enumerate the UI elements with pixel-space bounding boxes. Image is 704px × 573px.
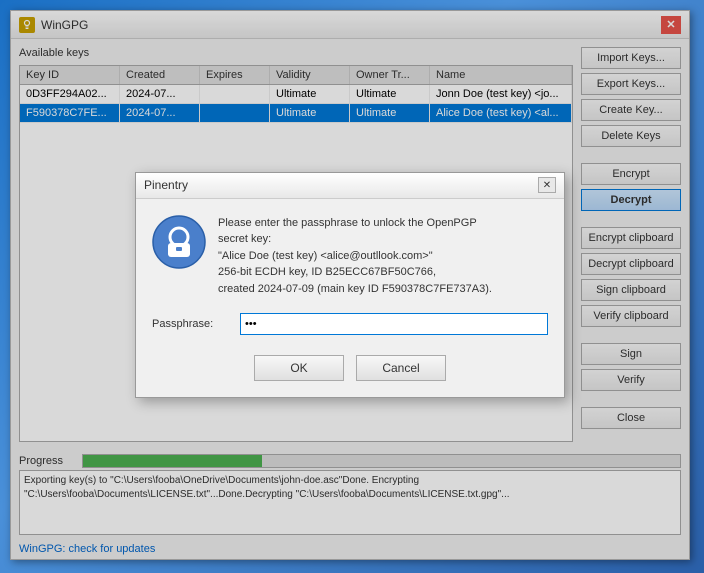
dialog-icon: [152, 215, 206, 269]
dialog-title: Pinentry: [144, 178, 538, 192]
passphrase-input[interactable]: [240, 313, 548, 335]
msg-line5: created 2024-07-09 (main key ID F590378C…: [218, 283, 492, 295]
dialog-buttons: OK Cancel: [136, 347, 564, 397]
msg-line1: Please enter the passphrase to unlock th…: [218, 217, 477, 229]
msg-line2: secret key:: [218, 233, 271, 245]
dialog-body: Please enter the passphrase to unlock th…: [136, 199, 564, 314]
passphrase-label: Passphrase:: [152, 318, 232, 330]
dialog-message: Please enter the passphrase to unlock th…: [218, 215, 548, 298]
msg-line3: "Alice Doe (test key) <alice@outllook.co…: [218, 250, 433, 262]
ok-button[interactable]: OK: [254, 355, 344, 381]
dialog-overlay: Pinentry ✕ Please enter the passphrase t: [11, 11, 689, 559]
dialog-title-bar: Pinentry ✕: [136, 173, 564, 199]
passphrase-row: Passphrase:: [136, 313, 564, 347]
msg-line4: 256-bit ECDH key, ID B25ECC67BF50C766,: [218, 266, 436, 278]
pinentry-dialog: Pinentry ✕ Please enter the passphrase t: [135, 172, 565, 399]
dialog-close-button[interactable]: ✕: [538, 177, 556, 193]
cancel-button[interactable]: Cancel: [356, 355, 446, 381]
main-window: WinGPG ✕ Available keys Key ID Created E…: [10, 10, 690, 560]
